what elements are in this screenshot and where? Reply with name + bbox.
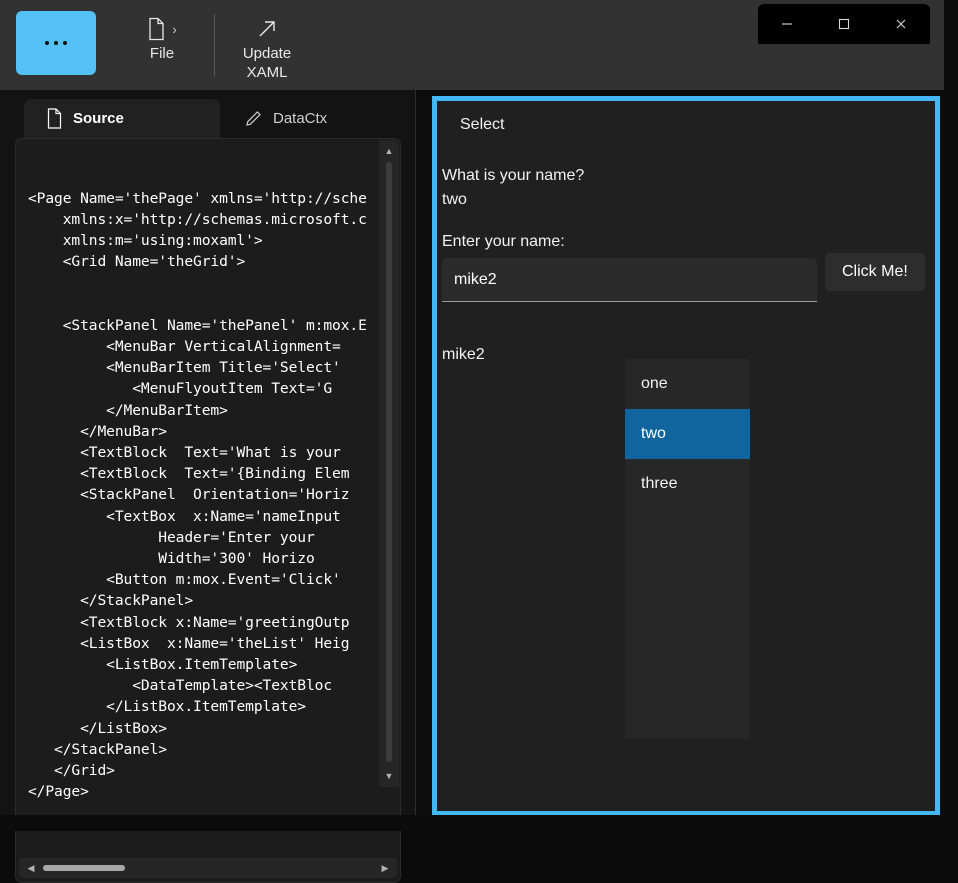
- click-me-button[interactable]: Click Me!: [825, 253, 925, 291]
- toolbar-items: › File Update XAML: [0, 0, 305, 90]
- list-item[interactable]: one: [625, 359, 750, 409]
- minimize-button[interactable]: [758, 4, 815, 44]
- source-pane: Source DataCtx <Page Name='thePage' xmln…: [0, 90, 416, 883]
- list-item[interactable]: two: [625, 409, 750, 459]
- scroll-down-icon[interactable]: ▼: [379, 767, 399, 785]
- scroll-left-icon[interactable]: ◀: [21, 858, 41, 878]
- toolbar-update-label-line2: XAML: [246, 64, 288, 81]
- toolbar-update-label-line1: Update: [242, 45, 292, 62]
- tab-datactx[interactable]: DataCtx: [222, 99, 397, 138]
- name-input-header: Enter your name:: [442, 233, 565, 250]
- binding-text: two: [442, 191, 467, 208]
- question-text: What is your name?: [442, 167, 585, 184]
- horizontal-scroll-thumb[interactable]: [43, 865, 125, 871]
- minimize-icon: [781, 23, 792, 25]
- pencil-icon: [244, 109, 263, 128]
- toolbar-file-button[interactable]: › File: [124, 12, 200, 63]
- app-window: › File Update XAML Source DataCtx <Page …: [0, 0, 958, 883]
- list-item[interactable]: three: [625, 459, 750, 509]
- ellipsis-icon: [45, 41, 67, 45]
- maximize-icon: [838, 18, 850, 30]
- app-menu-button[interactable]: [16, 11, 96, 75]
- toolbar-file-label: File: [149, 45, 175, 62]
- tab-datactx-label: DataCtx: [273, 110, 328, 127]
- scroll-right-icon[interactable]: ▶: [375, 858, 395, 878]
- window-right-margin: [944, 0, 958, 831]
- name-input[interactable]: [442, 258, 817, 302]
- tab-source-label: Source: [73, 110, 124, 127]
- greeting-output-text: mike2: [442, 346, 485, 363]
- tab-source[interactable]: Source: [24, 99, 220, 138]
- menubar-item-select[interactable]: Select: [449, 111, 515, 139]
- document-icon: [46, 108, 63, 129]
- window-bottom-margin: [0, 815, 958, 831]
- vertical-scroll-thumb[interactable]: [386, 162, 392, 762]
- menubar-item-select-label: Select: [460, 116, 505, 133]
- document-icon: ›: [147, 14, 177, 44]
- close-button[interactable]: [873, 4, 930, 44]
- close-icon: [896, 19, 906, 29]
- preview-listbox[interactable]: one two three: [625, 359, 750, 739]
- preview-content: Select What is your name? two Enter your…: [437, 101, 935, 811]
- chevron-right-icon: ›: [172, 21, 177, 37]
- code-editor-text: <Page Name='thePage' xmlns='http://sche …: [28, 189, 367, 801]
- code-editor[interactable]: <Page Name='thePage' xmlns='http://sche …: [15, 138, 401, 883]
- toolbar-divider: [214, 14, 215, 76]
- code-editor-vertical-scrollbar[interactable]: ▲ ▼: [379, 140, 399, 787]
- code-editor-horizontal-scrollbar[interactable]: ◀ ▶: [19, 858, 397, 878]
- maximize-button[interactable]: [815, 4, 872, 44]
- arrow-up-right-icon: [255, 14, 279, 44]
- preview-menubar: Select: [437, 101, 935, 149]
- editor-tabstrip: Source DataCtx: [0, 90, 415, 138]
- toolbar-update-xaml-button[interactable]: Update XAML: [229, 12, 305, 82]
- preview-pane: Select What is your name? two Enter your…: [432, 96, 940, 816]
- window-controls: [758, 4, 930, 44]
- scroll-up-icon[interactable]: ▲: [379, 142, 399, 160]
- toolbar: › File Update XAML: [0, 0, 944, 90]
